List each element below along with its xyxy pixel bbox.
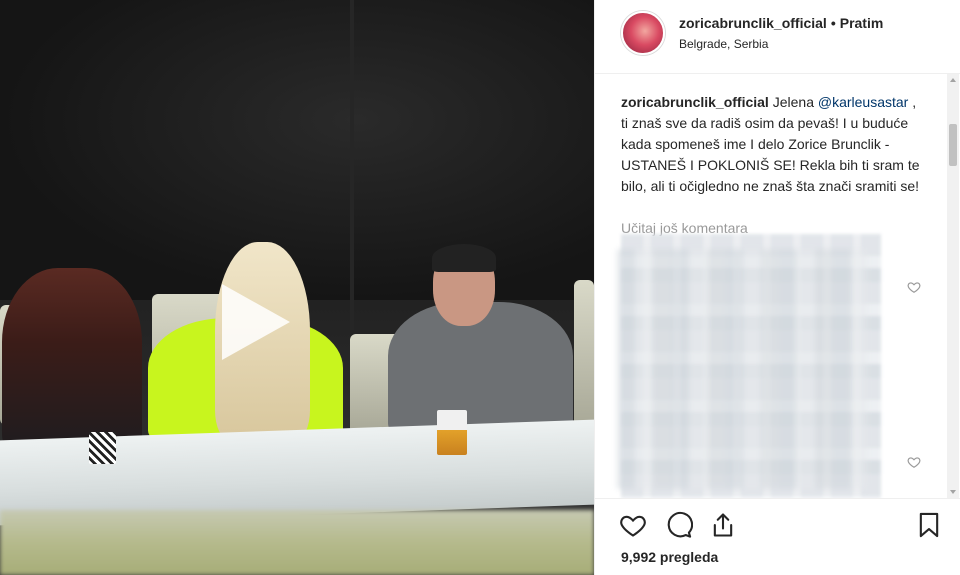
blurred-comments-overlay — [617, 249, 867, 489]
video-beam — [350, 0, 354, 330]
person-left — [2, 268, 142, 453]
avatar[interactable] — [621, 11, 665, 55]
comment-like-icon[interactable] — [907, 280, 921, 294]
comment-like-icon[interactable] — [907, 455, 921, 469]
video-player[interactable] — [0, 0, 594, 575]
caption-mention[interactable]: @karleusastar — [818, 94, 908, 110]
caption-text-start: Jelena — [772, 94, 814, 110]
comments-scrollbar[interactable] — [947, 74, 959, 498]
heart-icon[interactable] — [619, 511, 647, 539]
post-caption: zoricabrunclik_official Jelena @karleusa… — [621, 92, 921, 197]
instagram-post: zoricabrunclik_official • Pratim Belgrade,… — [0, 0, 960, 575]
follow-button[interactable]: Pratim — [840, 15, 884, 31]
scroll-up-arrow-icon[interactable] — [950, 78, 956, 82]
cup-right — [437, 410, 467, 455]
post-sidebar: zoricabrunclik_official • Pratim Belgrade,… — [594, 0, 960, 575]
location-link[interactable]: Belgrade, Serbia — [679, 37, 768, 51]
cup-left — [89, 432, 116, 464]
header-separator: • — [830, 15, 836, 31]
comments-section: zoricabrunclik_official Jelena @karleusa… — [595, 74, 960, 498]
chair-far-right — [574, 280, 594, 430]
person-right-cap — [432, 244, 496, 272]
scroll-down-arrow-icon[interactable] — [950, 490, 956, 494]
comment-icon[interactable] — [665, 511, 693, 539]
header-user-line: zoricabrunclik_official • Pratim — [679, 15, 883, 31]
share-icon[interactable] — [709, 511, 737, 539]
header-username[interactable]: zoricabrunclik_official — [679, 15, 827, 31]
view-count[interactable]: 9,992 pregleda — [621, 549, 718, 565]
scrollbar-thumb[interactable] — [949, 124, 957, 166]
post-header: zoricabrunclik_official • Pratim Belgrade,… — [595, 0, 960, 74]
bookmark-icon[interactable] — [915, 511, 943, 539]
post-actions — [595, 498, 960, 542]
video-floor — [0, 510, 594, 575]
play-icon[interactable] — [222, 284, 290, 360]
person-right — [388, 302, 573, 437]
video-background — [0, 0, 594, 300]
caption-username[interactable]: zoricabrunclik_official — [621, 94, 769, 110]
